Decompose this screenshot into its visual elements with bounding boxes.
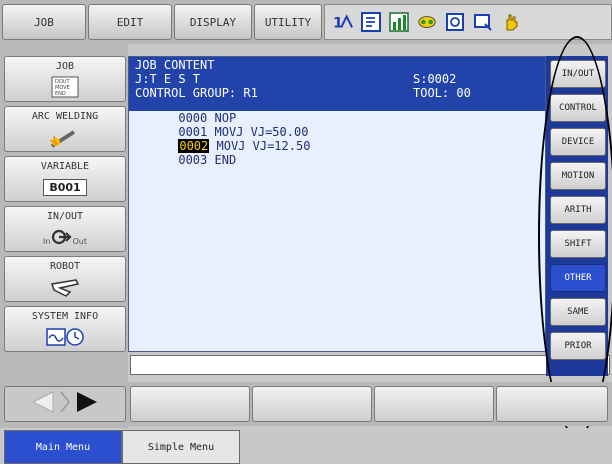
number-switch-icon[interactable]: 1 bbox=[333, 12, 353, 32]
edit-box-icon[interactable] bbox=[361, 12, 381, 32]
function-key-1[interactable] bbox=[130, 386, 250, 422]
instr-device-button[interactable]: DEVICE bbox=[550, 128, 606, 156]
sidebar-item-robot[interactable]: ROBOT bbox=[4, 256, 126, 302]
line-instruction: END bbox=[214, 153, 237, 167]
sidebar-item-job[interactable]: JOB DOUT MOVE END bbox=[4, 56, 126, 102]
job-document-icon: DOUT MOVE END bbox=[50, 76, 80, 98]
tool-number: TOOL: 00 bbox=[413, 86, 471, 100]
sidebar-item-label: IN/OUT bbox=[46, 211, 84, 222]
sidebar-item-in-out[interactable]: IN/OUT In Out bbox=[4, 206, 126, 252]
main-menu-sidebar: JOB DOUT MOVE END ARC WELDING VARIABLE B… bbox=[0, 44, 128, 428]
function-key-3[interactable] bbox=[374, 386, 494, 422]
menu-edit-button[interactable]: EDIT bbox=[88, 4, 172, 40]
sidebar-item-label: SYSTEM INFO bbox=[31, 311, 99, 322]
sidebar-item-label: JOB bbox=[55, 61, 75, 72]
arrow-left-icon[interactable] bbox=[29, 390, 55, 418]
arrow-separator-icon bbox=[59, 390, 71, 418]
job-line[interactable]: 0003 END bbox=[135, 139, 236, 181]
menu-display-button[interactable]: DISPLAY bbox=[174, 4, 252, 40]
arrow-right-icon[interactable] bbox=[75, 390, 101, 418]
in-label: In bbox=[43, 236, 51, 246]
function-key-row bbox=[0, 382, 612, 426]
sidebar-item-label: ARC WELDING bbox=[31, 111, 99, 122]
instr-in-out-button[interactable]: IN/OUT bbox=[550, 60, 606, 88]
welding-torch-icon bbox=[48, 126, 82, 148]
tab-simple-menu[interactable]: Simple Menu bbox=[122, 430, 240, 464]
svg-text:END: END bbox=[55, 91, 66, 97]
job-content-panel: JOB CONTENT J:T E S T S:0002 CONTROL GRO… bbox=[128, 56, 546, 352]
instr-same-button[interactable]: SAME bbox=[550, 298, 606, 326]
sidebar-item-system-info[interactable]: SYSTEM INFO bbox=[4, 306, 126, 352]
function-key-4[interactable] bbox=[496, 386, 608, 422]
instr-prior-button[interactable]: PRIOR bbox=[550, 332, 606, 360]
sidebar-item-label: VARIABLE bbox=[40, 161, 90, 172]
tool-interlock-icon[interactable] bbox=[417, 12, 437, 32]
panel-title: JOB CONTENT bbox=[135, 58, 215, 72]
hand-icon[interactable] bbox=[501, 12, 521, 32]
sidebar-item-arc-welding[interactable]: ARC WELDING bbox=[4, 106, 126, 152]
screen-icon[interactable] bbox=[473, 12, 493, 32]
top-menu-bar: JOB EDIT DISPLAY UTILITY 1 bbox=[0, 0, 612, 44]
instr-shift-button[interactable]: SHIFT bbox=[550, 230, 606, 258]
svg-text:1: 1 bbox=[333, 15, 343, 31]
line-number: 0003 bbox=[178, 153, 208, 167]
status-icon-bar: 1 bbox=[324, 4, 612, 40]
in-out-icon: In Out bbox=[43, 226, 87, 248]
out-label: Out bbox=[72, 236, 87, 246]
step-number: S:0002 bbox=[413, 72, 457, 86]
function-key-2[interactable] bbox=[252, 386, 372, 422]
menu-utility-button[interactable]: UTILITY bbox=[254, 4, 322, 40]
menu-job-button[interactable]: JOB bbox=[2, 4, 86, 40]
system-info-icon bbox=[45, 326, 85, 348]
page-arrows bbox=[4, 386, 126, 422]
variable-value: B001 bbox=[43, 178, 87, 196]
instr-other-button[interactable]: OTHER bbox=[550, 264, 606, 292]
monitor-icon[interactable] bbox=[445, 12, 465, 32]
instruction-list-menu: IN/OUT CONTROL DEVICE MOTION ARITH SHIFT… bbox=[546, 56, 608, 376]
sidebar-item-label: ROBOT bbox=[49, 261, 81, 272]
robot-arm-icon bbox=[48, 276, 82, 298]
instr-control-button[interactable]: CONTROL bbox=[550, 94, 606, 122]
instr-motion-button[interactable]: MOTION bbox=[550, 162, 606, 190]
instr-arith-button[interactable]: ARITH bbox=[550, 196, 606, 224]
tab-main-menu[interactable]: Main Menu bbox=[4, 430, 122, 464]
variable-box: B001 bbox=[43, 176, 87, 198]
sidebar-item-variable[interactable]: VARIABLE B001 bbox=[4, 156, 126, 202]
bottom-tabs: Main Menu Simple Menu bbox=[0, 428, 612, 464]
job-name: J:T E S T bbox=[135, 72, 201, 86]
chart-icon[interactable] bbox=[389, 12, 409, 32]
input-buffer-line[interactable] bbox=[130, 355, 610, 375]
